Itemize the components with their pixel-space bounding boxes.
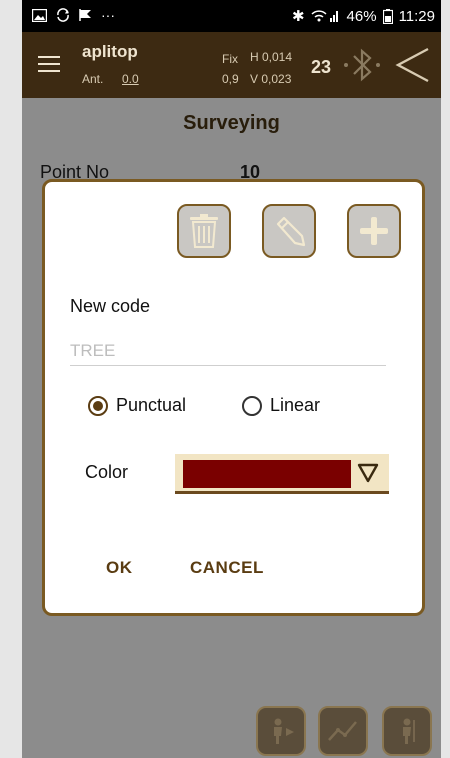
pencil-icon (276, 216, 306, 247)
flag-icon (79, 9, 91, 21)
trash-icon (190, 214, 218, 248)
status-right: ✱ 46% 11:29 (291, 7, 435, 26)
add-button[interactable] (347, 204, 401, 258)
antenna-height-link[interactable]: 0.0 (122, 72, 139, 86)
person-arrow-icon (274, 718, 294, 744)
person-icon (403, 718, 415, 744)
sync-icon (57, 8, 69, 22)
app-bar: aplitop Ant. 0.0 Fix H 0,014 0,9 V 0,023… (22, 32, 441, 98)
new-code-input[interactable] (70, 337, 386, 366)
battery-icon (382, 8, 393, 24)
app-title: aplitop (82, 42, 138, 61)
h-precision: H 0,014 (250, 50, 293, 64)
punctual-label: Punctual (116, 395, 187, 415)
cancel-button[interactable]: CANCEL (190, 558, 264, 578)
hdop-value: 0,9 (222, 72, 239, 86)
fix-status: Fix (222, 52, 238, 66)
linear-radio[interactable]: Linear (242, 395, 320, 416)
selected-color-swatch (183, 460, 351, 488)
satellite-count: 23 (311, 57, 332, 77)
more-icon: ··· (101, 7, 115, 23)
ok-button[interactable]: OK (106, 558, 133, 578)
measure-point-button[interactable] (382, 706, 432, 756)
edit-button[interactable] (262, 204, 316, 258)
line-chart-button[interactable] (318, 706, 368, 756)
stakeout-button[interactable] (256, 706, 306, 756)
punctual-radio[interactable]: Punctual (88, 395, 186, 416)
color-label: Color (85, 462, 129, 482)
menu-icon[interactable] (38, 56, 60, 77)
clock: 11:29 (398, 7, 435, 25)
delete-button[interactable] (177, 204, 231, 258)
status-left-icons: ··· (32, 7, 115, 23)
new-code-dialog: New code Punctual Linear Color OK CANCEL (42, 179, 425, 616)
new-code-label: New code (70, 296, 151, 316)
wifi-signal-icon (311, 10, 338, 22)
linear-label: Linear (270, 395, 321, 415)
bluetooth-icon: ✱ (291, 8, 305, 25)
status-bar: ··· ✱ 46% 11:29 (22, 0, 441, 32)
color-dropdown[interactable] (175, 454, 389, 494)
line-chart-icon (328, 721, 357, 741)
back-icon[interactable] (392, 46, 432, 84)
battery-percent: 46% (346, 7, 377, 25)
v-precision: V 0,023 (250, 72, 292, 86)
radio-unchecked-icon (242, 395, 262, 416)
gallery-icon (32, 8, 47, 22)
dropdown-arrow-icon (357, 463, 379, 483)
radio-checked-icon (88, 395, 108, 416)
bluetooth-connection-icon[interactable] (340, 48, 384, 82)
plus-icon (360, 217, 388, 245)
antenna-label: Ant. (82, 72, 104, 86)
